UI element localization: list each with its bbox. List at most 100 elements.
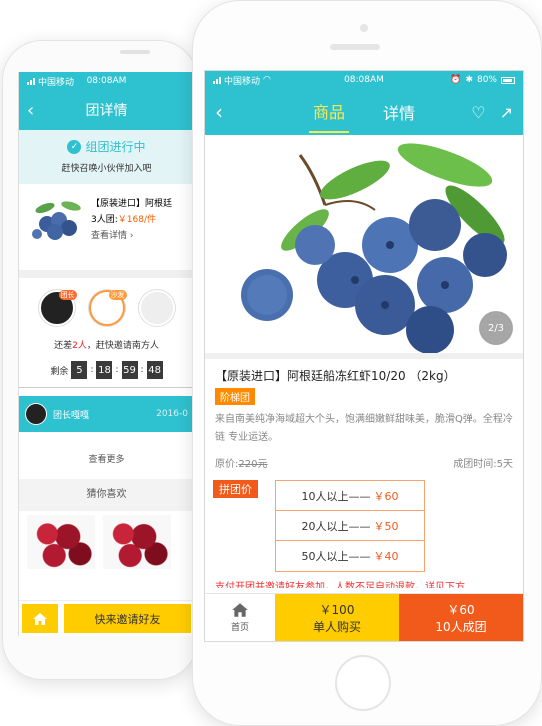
- tab-details[interactable]: 详情: [379, 92, 419, 132]
- bluetooth-icon: ✱: [465, 75, 473, 85]
- countdown-timer: 剩余 5: 18: 59: 48: [19, 361, 194, 379]
- need-count: 2人: [72, 341, 87, 351]
- leader-tag: 团长: [58, 290, 77, 300]
- timer-label: 剩余: [50, 366, 69, 377]
- leader-date: 2016-0: [156, 409, 188, 419]
- tier-row: 10人以上—— ￥60: [276, 481, 424, 511]
- tier-row: 20人以上—— ￥50: [276, 511, 424, 541]
- home-hardware-button[interactable]: [335, 655, 391, 711]
- product-name: 【原装进口】阿根廷: [91, 199, 173, 209]
- tier-condition: 10人以上——: [301, 489, 371, 503]
- alarm-icon: ⏰: [450, 75, 462, 85]
- front-camera: [360, 24, 368, 32]
- tier-price: ￥50: [373, 519, 399, 533]
- carrier-label: 中国移动: [38, 77, 75, 88]
- cherry-image[interactable]: [103, 515, 171, 569]
- product-image-carousel[interactable]: 2/3: [205, 135, 523, 354]
- group-notice: 支付开团并邀请好友参加，人数不足自动退款，详见下方: [215, 582, 465, 588]
- tier-price: ￥40: [373, 550, 399, 563]
- front-speaker: [330, 44, 380, 50]
- home-button[interactable]: [22, 604, 58, 633]
- view-detail-link[interactable]: 查看详情: [91, 231, 127, 241]
- group-status-text: 组团进行中: [85, 140, 146, 154]
- signal-icon: [27, 77, 35, 85]
- group-time: 成团时间:5天: [453, 459, 513, 470]
- front-phone-screen: 中国移动 ◠ 08:08AM ⏰ ✱ 80% ‹ 商品 详情 ♡ ↗ 2/3 【…: [204, 70, 524, 642]
- heart-icon[interactable]: ♡: [471, 103, 485, 122]
- group-price: ￥60: [447, 602, 475, 617]
- need-post: ，赶快邀请南方人: [86, 341, 159, 351]
- product-description: 来自南美纯净海域超大个头，饱满细嫩鲜甜味美，脆滑Q弹。全程冷链 专业运送。: [215, 414, 513, 443]
- carrier-label: 中国移动: [224, 76, 261, 87]
- front-bottom-bar: 首页 ￥100 单人购买 ￥60 10人成团: [205, 593, 523, 641]
- tier-condition: 50人以上——: [301, 550, 371, 563]
- price-meta: 原价:220元 成团时间:5天: [205, 455, 523, 470]
- back-phone-speaker: [120, 50, 150, 54]
- home-icon: [232, 603, 248, 617]
- ladder-group-badge: 阶梯团: [215, 388, 255, 405]
- group-status-sub: 赶快召唤小伙伴加入吧: [61, 164, 152, 174]
- product-summary[interactable]: 【原装进口】阿根廷 3人团:￥168/件 查看详情 ›: [19, 184, 194, 278]
- group-label: 10人成团: [435, 619, 487, 634]
- original-price-label: 原价:: [215, 459, 239, 470]
- group-buy-button[interactable]: ￥60 10人成团: [399, 594, 523, 641]
- group-status-banner: ✓ 组团进行中 赶快召唤小伙伴加入吧: [19, 130, 194, 184]
- tier-price: ￥60: [373, 489, 399, 503]
- image-pager: 2/3: [479, 311, 513, 345]
- invite-friends-button[interactable]: 快来邀请好友: [64, 604, 191, 633]
- blueberry-thumb: [32, 201, 81, 240]
- single-buy-button[interactable]: ￥100 单人购买: [275, 594, 399, 641]
- leader-row[interactable]: 团长嘎嘎 2016-0: [19, 396, 194, 432]
- avatar-placeholder[interactable]: [138, 290, 175, 326]
- tier-condition: 20人以上——: [301, 519, 371, 533]
- member-avatars: 团长 沙发: [19, 278, 194, 342]
- recommend-header: 猜你喜欢: [19, 479, 194, 511]
- product-title: 【原装进口】阿根廷船冻红虾10/20 （2kg）: [215, 369, 456, 383]
- single-price: ￥100: [319, 602, 355, 617]
- divider: [19, 387, 194, 388]
- back-phone-screen: 中国移动 08:08AM ‹ 团详情 ✓ 组团进行中 赶快召唤小伙伴加入吧 【原装…: [18, 72, 194, 636]
- avatar: [25, 403, 47, 425]
- status-right: ⏰ ✱ 80%: [450, 75, 515, 85]
- sofa-tag: 沙发: [108, 290, 127, 300]
- battery-level: 80%: [476, 75, 497, 85]
- back-bottom-bar: 快来邀请好友: [19, 600, 194, 636]
- home-tab[interactable]: 首页: [205, 594, 275, 641]
- back-header: ‹ 团详情: [19, 90, 194, 130]
- timer-digit: 5: [71, 361, 88, 379]
- group-price-label: 拼团价: [213, 480, 258, 498]
- original-price: 220元: [238, 459, 268, 470]
- tier-box: 10人以上—— ￥60 20人以上—— ￥50 50人以上—— ￥40: [275, 480, 425, 572]
- leader-name: 团长嘎嘎: [53, 410, 90, 421]
- blueberry-image: [241, 143, 507, 354]
- check-circle-icon: ✓: [67, 139, 82, 154]
- cherry-image[interactable]: [27, 515, 95, 569]
- signal-carrier: 中国移动: [27, 75, 74, 88]
- product-price: ￥168/件: [117, 215, 156, 225]
- timer-digit: 18: [96, 361, 113, 379]
- signal-carrier: 中国移动 ◠: [213, 74, 271, 87]
- tier-row: 50人以上—— ￥40: [276, 541, 424, 571]
- front-header: ‹ 商品 详情 ♡ ↗: [205, 89, 523, 135]
- back-chevron-icon[interactable]: ‹: [27, 100, 34, 121]
- tab-product[interactable]: 商品: [308, 91, 349, 133]
- share-icon[interactable]: ↗: [500, 103, 513, 122]
- single-label: 单人购买: [312, 619, 361, 634]
- chevron-right-icon: ›: [127, 231, 134, 241]
- signal-icon: [213, 76, 221, 84]
- back-status-bar: 中国移动 08:08AM: [19, 72, 194, 90]
- back-chevron-icon[interactable]: ‹: [215, 100, 223, 124]
- recommend-list: [19, 511, 194, 573]
- wifi-icon: ◠: [263, 75, 271, 85]
- need-pre: 还差: [54, 341, 73, 351]
- timer-digit: 48: [146, 361, 163, 379]
- avatar[interactable]: 团长: [38, 290, 77, 326]
- avatar[interactable]: 沙发: [88, 290, 127, 326]
- home-icon: [33, 612, 47, 625]
- group-size: 3人团:: [91, 215, 118, 225]
- view-more-link[interactable]: 查看更多: [19, 452, 194, 465]
- timer-digit: 59: [121, 361, 138, 379]
- home-label: 首页: [230, 623, 249, 633]
- page-title: 团详情: [85, 103, 128, 119]
- tier-price-table: 拼团价 10人以上—— ￥60 20人以上—— ￥50 50人以上—— ￥40: [205, 480, 523, 572]
